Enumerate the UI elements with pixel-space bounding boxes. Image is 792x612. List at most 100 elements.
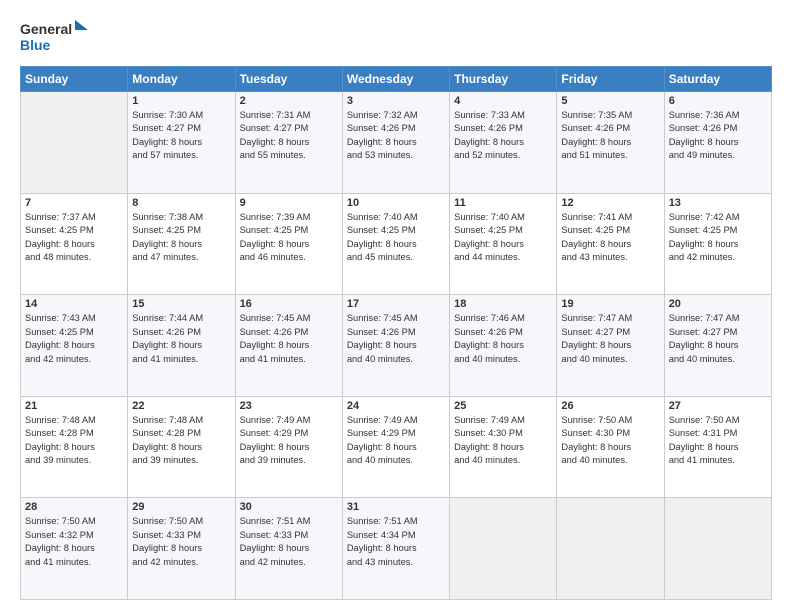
day-number: 17 <box>347 298 445 310</box>
cell-content: Sunrise: 7:47 AM Sunset: 4:27 PM Dayligh… <box>561 312 659 366</box>
calendar-cell: 18 Sunrise: 7:46 AM Sunset: 4:26 PM Dayli… <box>450 295 557 397</box>
day-number: 28 <box>25 501 123 513</box>
day-number: 12 <box>561 197 659 209</box>
weekday-header-row: SundayMondayTuesdayWednesdayThursdayFrid… <box>21 67 772 92</box>
calendar-week-1: 1 Sunrise: 7:30 AM Sunset: 4:27 PM Daylig… <box>21 92 772 194</box>
day-number: 13 <box>669 197 767 209</box>
calendar-cell: 11 Sunrise: 7:40 AM Sunset: 4:25 PM Dayli… <box>450 193 557 295</box>
calendar-week-3: 14Sunrise: 7:43 AM Sunset: 4:25 PM Dayli… <box>21 295 772 397</box>
calendar-cell: 13 Sunrise: 7:42 AM Sunset: 4:25 PM Dayli… <box>664 193 771 295</box>
day-number: 10 <box>347 197 445 209</box>
day-number: 14 <box>25 298 123 310</box>
svg-text:General: General <box>20 21 72 37</box>
cell-content: Sunrise: 7:31 AM Sunset: 4:27 PM Dayligh… <box>240 109 338 163</box>
day-number: 4 <box>454 95 552 107</box>
calendar-cell: 1 Sunrise: 7:30 AM Sunset: 4:27 PM Daylig… <box>128 92 235 194</box>
day-number: 19 <box>561 298 659 310</box>
cell-content: Sunrise: 7:45 AM Sunset: 4:26 PM Dayligh… <box>240 312 338 366</box>
day-number: 30 <box>240 501 338 513</box>
calendar-week-2: 7 Sunrise: 7:37 AM Sunset: 4:25 PM Daylig… <box>21 193 772 295</box>
day-number: 11 <box>454 197 552 209</box>
cell-content: Sunrise: 7:33 AM Sunset: 4:26 PM Dayligh… <box>454 109 552 163</box>
cell-content: Sunrise: 7:50 AM Sunset: 4:32 PM Dayligh… <box>25 515 123 569</box>
calendar-cell: 19 Sunrise: 7:47 AM Sunset: 4:27 PM Dayli… <box>557 295 664 397</box>
cell-content: Sunrise: 7:42 AM Sunset: 4:25 PM Dayligh… <box>669 211 767 265</box>
cell-content: Sunrise: 7:40 AM Sunset: 4:25 PM Dayligh… <box>347 211 445 265</box>
calendar-week-5: 28 Sunrise: 7:50 AM Sunset: 4:32 PM Dayli… <box>21 498 772 600</box>
calendar-cell: 22Sunrise: 7:48 AM Sunset: 4:28 PM Dayli… <box>128 396 235 498</box>
day-number: 15 <box>132 298 230 310</box>
calendar-cell: 5 Sunrise: 7:35 AM Sunset: 4:26 PM Daylig… <box>557 92 664 194</box>
day-number: 25 <box>454 400 552 412</box>
day-number: 20 <box>669 298 767 310</box>
day-number: 1 <box>132 95 230 107</box>
weekday-header-monday: Monday <box>128 67 235 92</box>
day-number: 16 <box>240 298 338 310</box>
calendar-cell: 8 Sunrise: 7:38 AM Sunset: 4:25 PM Daylig… <box>128 193 235 295</box>
logo: GeneralBlue <box>20 18 90 56</box>
cell-content: Sunrise: 7:30 AM Sunset: 4:27 PM Dayligh… <box>132 109 230 163</box>
calendar-cell <box>21 92 128 194</box>
calendar-cell: 12 Sunrise: 7:41 AM Sunset: 4:25 PM Dayli… <box>557 193 664 295</box>
weekday-header-friday: Friday <box>557 67 664 92</box>
page: GeneralBlue SundayMondayTuesdayWednesday… <box>0 0 792 612</box>
day-number: 5 <box>561 95 659 107</box>
calendar-cell: 24Sunrise: 7:49 AM Sunset: 4:29 PM Dayli… <box>342 396 449 498</box>
calendar-cell: 26 Sunrise: 7:50 AM Sunset: 4:30 PM Dayli… <box>557 396 664 498</box>
weekday-header-tuesday: Tuesday <box>235 67 342 92</box>
calendar-cell: 15Sunrise: 7:44 AM Sunset: 4:26 PM Dayli… <box>128 295 235 397</box>
day-number: 9 <box>240 197 338 209</box>
cell-content: Sunrise: 7:35 AM Sunset: 4:26 PM Dayligh… <box>561 109 659 163</box>
day-number: 7 <box>25 197 123 209</box>
weekday-header-sunday: Sunday <box>21 67 128 92</box>
cell-content: Sunrise: 7:45 AM Sunset: 4:26 PM Dayligh… <box>347 312 445 366</box>
day-number: 8 <box>132 197 230 209</box>
calendar-cell <box>557 498 664 600</box>
calendar-cell: 30 Sunrise: 7:51 AM Sunset: 4:33 PM Dayli… <box>235 498 342 600</box>
cell-content: Sunrise: 7:48 AM Sunset: 4:28 PM Dayligh… <box>25 414 123 468</box>
day-number: 18 <box>454 298 552 310</box>
weekday-header-thursday: Thursday <box>450 67 557 92</box>
header: GeneralBlue <box>20 18 772 56</box>
day-number: 27 <box>669 400 767 412</box>
cell-content: Sunrise: 7:39 AM Sunset: 4:25 PM Dayligh… <box>240 211 338 265</box>
calendar-cell: 27 Sunrise: 7:50 AM Sunset: 4:31 PM Dayli… <box>664 396 771 498</box>
cell-content: Sunrise: 7:38 AM Sunset: 4:25 PM Dayligh… <box>132 211 230 265</box>
cell-content: Sunrise: 7:36 AM Sunset: 4:26 PM Dayligh… <box>669 109 767 163</box>
calendar-cell: 14Sunrise: 7:43 AM Sunset: 4:25 PM Dayli… <box>21 295 128 397</box>
calendar-cell: 21Sunrise: 7:48 AM Sunset: 4:28 PM Dayli… <box>21 396 128 498</box>
cell-content: Sunrise: 7:49 AM Sunset: 4:30 PM Dayligh… <box>454 414 552 468</box>
calendar-cell: 3 Sunrise: 7:32 AM Sunset: 4:26 PM Daylig… <box>342 92 449 194</box>
day-number: 23 <box>240 400 338 412</box>
calendar-cell: 29Sunrise: 7:50 AM Sunset: 4:33 PM Dayli… <box>128 498 235 600</box>
weekday-header-saturday: Saturday <box>664 67 771 92</box>
calendar-cell: 23Sunrise: 7:49 AM Sunset: 4:29 PM Dayli… <box>235 396 342 498</box>
cell-content: Sunrise: 7:32 AM Sunset: 4:26 PM Dayligh… <box>347 109 445 163</box>
cell-content: Sunrise: 7:40 AM Sunset: 4:25 PM Dayligh… <box>454 211 552 265</box>
calendar-cell: 17 Sunrise: 7:45 AM Sunset: 4:26 PM Dayli… <box>342 295 449 397</box>
day-number: 31 <box>347 501 445 513</box>
day-number: 24 <box>347 400 445 412</box>
cell-content: Sunrise: 7:46 AM Sunset: 4:26 PM Dayligh… <box>454 312 552 366</box>
cell-content: Sunrise: 7:50 AM Sunset: 4:31 PM Dayligh… <box>669 414 767 468</box>
calendar-cell: 10 Sunrise: 7:40 AM Sunset: 4:25 PM Dayli… <box>342 193 449 295</box>
calendar-table: SundayMondayTuesdayWednesdayThursdayFrid… <box>20 66 772 600</box>
svg-text:Blue: Blue <box>20 37 51 53</box>
calendar-cell: 28 Sunrise: 7:50 AM Sunset: 4:32 PM Dayli… <box>21 498 128 600</box>
day-number: 3 <box>347 95 445 107</box>
day-number: 2 <box>240 95 338 107</box>
calendar-cell: 25 Sunrise: 7:49 AM Sunset: 4:30 PM Dayli… <box>450 396 557 498</box>
calendar-cell: 20Sunrise: 7:47 AM Sunset: 4:27 PM Dayli… <box>664 295 771 397</box>
calendar-cell: 2 Sunrise: 7:31 AM Sunset: 4:27 PM Daylig… <box>235 92 342 194</box>
calendar-cell: 31 Sunrise: 7:51 AM Sunset: 4:34 PM Dayli… <box>342 498 449 600</box>
calendar-cell <box>664 498 771 600</box>
cell-content: Sunrise: 7:51 AM Sunset: 4:34 PM Dayligh… <box>347 515 445 569</box>
cell-content: Sunrise: 7:41 AM Sunset: 4:25 PM Dayligh… <box>561 211 659 265</box>
cell-content: Sunrise: 7:51 AM Sunset: 4:33 PM Dayligh… <box>240 515 338 569</box>
day-number: 6 <box>669 95 767 107</box>
cell-content: Sunrise: 7:37 AM Sunset: 4:25 PM Dayligh… <box>25 211 123 265</box>
day-number: 26 <box>561 400 659 412</box>
cell-content: Sunrise: 7:50 AM Sunset: 4:30 PM Dayligh… <box>561 414 659 468</box>
calendar-cell <box>450 498 557 600</box>
cell-content: Sunrise: 7:50 AM Sunset: 4:33 PM Dayligh… <box>132 515 230 569</box>
